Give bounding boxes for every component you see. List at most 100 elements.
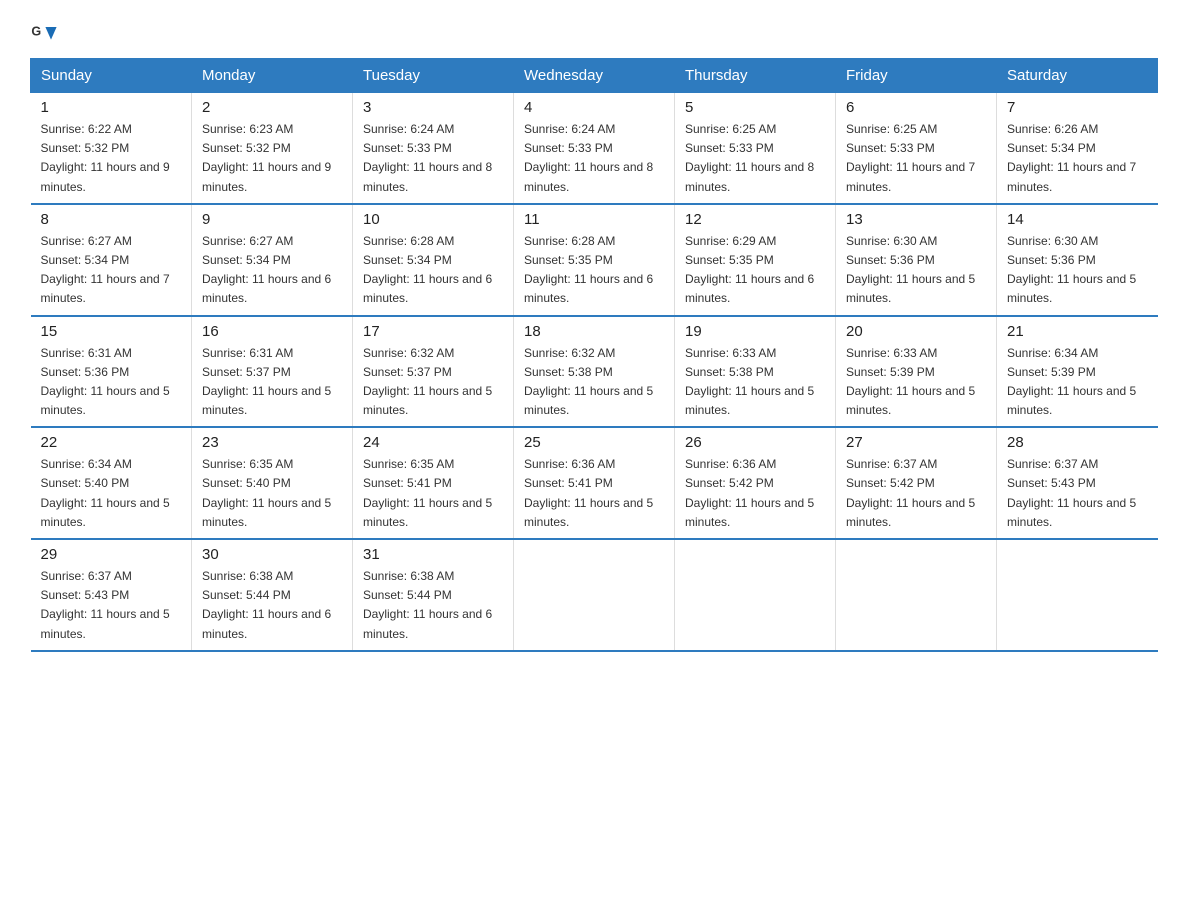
- calendar-cell: 19 Sunrise: 6:33 AMSunset: 5:38 PMDaylig…: [675, 316, 836, 428]
- header-cell-wednesday: Wednesday: [514, 59, 675, 93]
- day-number: 27: [846, 434, 986, 451]
- day-info: Sunrise: 6:35 AMSunset: 5:40 PMDaylight:…: [202, 455, 342, 532]
- day-number: 8: [41, 211, 182, 228]
- day-number: 3: [363, 99, 503, 116]
- calendar-cell: 2 Sunrise: 6:23 AMSunset: 5:32 PMDayligh…: [192, 93, 353, 204]
- day-number: 10: [363, 211, 503, 228]
- calendar-cell: 12 Sunrise: 6:29 AMSunset: 5:35 PMDaylig…: [675, 204, 836, 316]
- day-info: Sunrise: 6:32 AMSunset: 5:38 PMDaylight:…: [524, 344, 664, 421]
- day-info: Sunrise: 6:37 AMSunset: 5:42 PMDaylight:…: [846, 455, 986, 532]
- day-info: Sunrise: 6:36 AMSunset: 5:41 PMDaylight:…: [524, 455, 664, 532]
- day-info: Sunrise: 6:33 AMSunset: 5:38 PMDaylight:…: [685, 344, 825, 421]
- calendar-cell: 22 Sunrise: 6:34 AMSunset: 5:40 PMDaylig…: [31, 427, 192, 539]
- day-number: 17: [363, 323, 503, 340]
- logo: G: [30, 20, 62, 48]
- day-number: 31: [363, 546, 503, 563]
- day-number: 12: [685, 211, 825, 228]
- day-number: 15: [41, 323, 182, 340]
- day-info: Sunrise: 6:37 AMSunset: 5:43 PMDaylight:…: [1007, 455, 1148, 532]
- header-cell-thursday: Thursday: [675, 59, 836, 93]
- calendar-cell: [997, 539, 1158, 651]
- day-number: 7: [1007, 99, 1148, 116]
- calendar-cell: 10 Sunrise: 6:28 AMSunset: 5:34 PMDaylig…: [353, 204, 514, 316]
- day-info: Sunrise: 6:31 AMSunset: 5:37 PMDaylight:…: [202, 344, 342, 421]
- day-number: 6: [846, 99, 986, 116]
- calendar-cell: 31 Sunrise: 6:38 AMSunset: 5:44 PMDaylig…: [353, 539, 514, 651]
- day-info: Sunrise: 6:32 AMSunset: 5:37 PMDaylight:…: [363, 344, 503, 421]
- calendar-cell: 21 Sunrise: 6:34 AMSunset: 5:39 PMDaylig…: [997, 316, 1158, 428]
- calendar-cell: 20 Sunrise: 6:33 AMSunset: 5:39 PMDaylig…: [836, 316, 997, 428]
- day-info: Sunrise: 6:33 AMSunset: 5:39 PMDaylight:…: [846, 344, 986, 421]
- header-cell-tuesday: Tuesday: [353, 59, 514, 93]
- day-info: Sunrise: 6:26 AMSunset: 5:34 PMDaylight:…: [1007, 120, 1148, 197]
- header-cell-saturday: Saturday: [997, 59, 1158, 93]
- day-number: 4: [524, 99, 664, 116]
- day-number: 11: [524, 211, 664, 228]
- day-number: 26: [685, 434, 825, 451]
- day-info: Sunrise: 6:34 AMSunset: 5:39 PMDaylight:…: [1007, 344, 1148, 421]
- day-number: 30: [202, 546, 342, 563]
- calendar-cell: 30 Sunrise: 6:38 AMSunset: 5:44 PMDaylig…: [192, 539, 353, 651]
- day-number: 14: [1007, 211, 1148, 228]
- day-info: Sunrise: 6:38 AMSunset: 5:44 PMDaylight:…: [363, 567, 503, 644]
- calendar-cell: 14 Sunrise: 6:30 AMSunset: 5:36 PMDaylig…: [997, 204, 1158, 316]
- calendar-cell: 28 Sunrise: 6:37 AMSunset: 5:43 PMDaylig…: [997, 427, 1158, 539]
- calendar-cell: 13 Sunrise: 6:30 AMSunset: 5:36 PMDaylig…: [836, 204, 997, 316]
- day-number: 19: [685, 323, 825, 340]
- calendar-cell: 16 Sunrise: 6:31 AMSunset: 5:37 PMDaylig…: [192, 316, 353, 428]
- day-number: 23: [202, 434, 342, 451]
- calendar-cell: [675, 539, 836, 651]
- day-number: 1: [41, 99, 182, 116]
- day-info: Sunrise: 6:24 AMSunset: 5:33 PMDaylight:…: [524, 120, 664, 197]
- day-number: 22: [41, 434, 182, 451]
- calendar-cell: 15 Sunrise: 6:31 AMSunset: 5:36 PMDaylig…: [31, 316, 192, 428]
- svg-text:G: G: [31, 24, 41, 38]
- day-info: Sunrise: 6:35 AMSunset: 5:41 PMDaylight:…: [363, 455, 503, 532]
- week-row-2: 8 Sunrise: 6:27 AMSunset: 5:34 PMDayligh…: [31, 204, 1158, 316]
- calendar-cell: 25 Sunrise: 6:36 AMSunset: 5:41 PMDaylig…: [514, 427, 675, 539]
- day-number: 20: [846, 323, 986, 340]
- day-number: 21: [1007, 323, 1148, 340]
- day-info: Sunrise: 6:31 AMSunset: 5:36 PMDaylight:…: [41, 344, 182, 421]
- week-row-4: 22 Sunrise: 6:34 AMSunset: 5:40 PMDaylig…: [31, 427, 1158, 539]
- day-number: 9: [202, 211, 342, 228]
- day-info: Sunrise: 6:27 AMSunset: 5:34 PMDaylight:…: [202, 232, 342, 309]
- day-info: Sunrise: 6:34 AMSunset: 5:40 PMDaylight:…: [41, 455, 182, 532]
- day-info: Sunrise: 6:29 AMSunset: 5:35 PMDaylight:…: [685, 232, 825, 309]
- calendar-cell: 5 Sunrise: 6:25 AMSunset: 5:33 PMDayligh…: [675, 93, 836, 204]
- day-info: Sunrise: 6:36 AMSunset: 5:42 PMDaylight:…: [685, 455, 825, 532]
- calendar-cell: 7 Sunrise: 6:26 AMSunset: 5:34 PMDayligh…: [997, 93, 1158, 204]
- header-cell-sunday: Sunday: [31, 59, 192, 93]
- day-info: Sunrise: 6:23 AMSunset: 5:32 PMDaylight:…: [202, 120, 342, 197]
- calendar-cell: 18 Sunrise: 6:32 AMSunset: 5:38 PMDaylig…: [514, 316, 675, 428]
- day-number: 2: [202, 99, 342, 116]
- calendar-cell: 26 Sunrise: 6:36 AMSunset: 5:42 PMDaylig…: [675, 427, 836, 539]
- calendar-cell: 17 Sunrise: 6:32 AMSunset: 5:37 PMDaylig…: [353, 316, 514, 428]
- calendar-cell: [514, 539, 675, 651]
- calendar-cell: 23 Sunrise: 6:35 AMSunset: 5:40 PMDaylig…: [192, 427, 353, 539]
- day-info: Sunrise: 6:25 AMSunset: 5:33 PMDaylight:…: [846, 120, 986, 197]
- calendar-cell: 8 Sunrise: 6:27 AMSunset: 5:34 PMDayligh…: [31, 204, 192, 316]
- day-number: 29: [41, 546, 182, 563]
- page-header: G: [30, 20, 1158, 48]
- day-number: 18: [524, 323, 664, 340]
- day-info: Sunrise: 6:24 AMSunset: 5:33 PMDaylight:…: [363, 120, 503, 197]
- calendar-cell: 6 Sunrise: 6:25 AMSunset: 5:33 PMDayligh…: [836, 93, 997, 204]
- calendar-cell: 3 Sunrise: 6:24 AMSunset: 5:33 PMDayligh…: [353, 93, 514, 204]
- calendar-cell: 4 Sunrise: 6:24 AMSunset: 5:33 PMDayligh…: [514, 93, 675, 204]
- calendar-cell: 9 Sunrise: 6:27 AMSunset: 5:34 PMDayligh…: [192, 204, 353, 316]
- day-info: Sunrise: 6:37 AMSunset: 5:43 PMDaylight:…: [41, 567, 182, 644]
- header-row: SundayMondayTuesdayWednesdayThursdayFrid…: [31, 59, 1158, 93]
- calendar-cell: 29 Sunrise: 6:37 AMSunset: 5:43 PMDaylig…: [31, 539, 192, 651]
- day-info: Sunrise: 6:28 AMSunset: 5:34 PMDaylight:…: [363, 232, 503, 309]
- day-info: Sunrise: 6:22 AMSunset: 5:32 PMDaylight:…: [41, 120, 182, 197]
- day-number: 28: [1007, 434, 1148, 451]
- day-number: 16: [202, 323, 342, 340]
- week-row-5: 29 Sunrise: 6:37 AMSunset: 5:43 PMDaylig…: [31, 539, 1158, 651]
- day-info: Sunrise: 6:30 AMSunset: 5:36 PMDaylight:…: [1007, 232, 1148, 309]
- day-number: 5: [685, 99, 825, 116]
- calendar-cell: [836, 539, 997, 651]
- day-number: 24: [363, 434, 503, 451]
- calendar-cell: 27 Sunrise: 6:37 AMSunset: 5:42 PMDaylig…: [836, 427, 997, 539]
- header-cell-friday: Friday: [836, 59, 997, 93]
